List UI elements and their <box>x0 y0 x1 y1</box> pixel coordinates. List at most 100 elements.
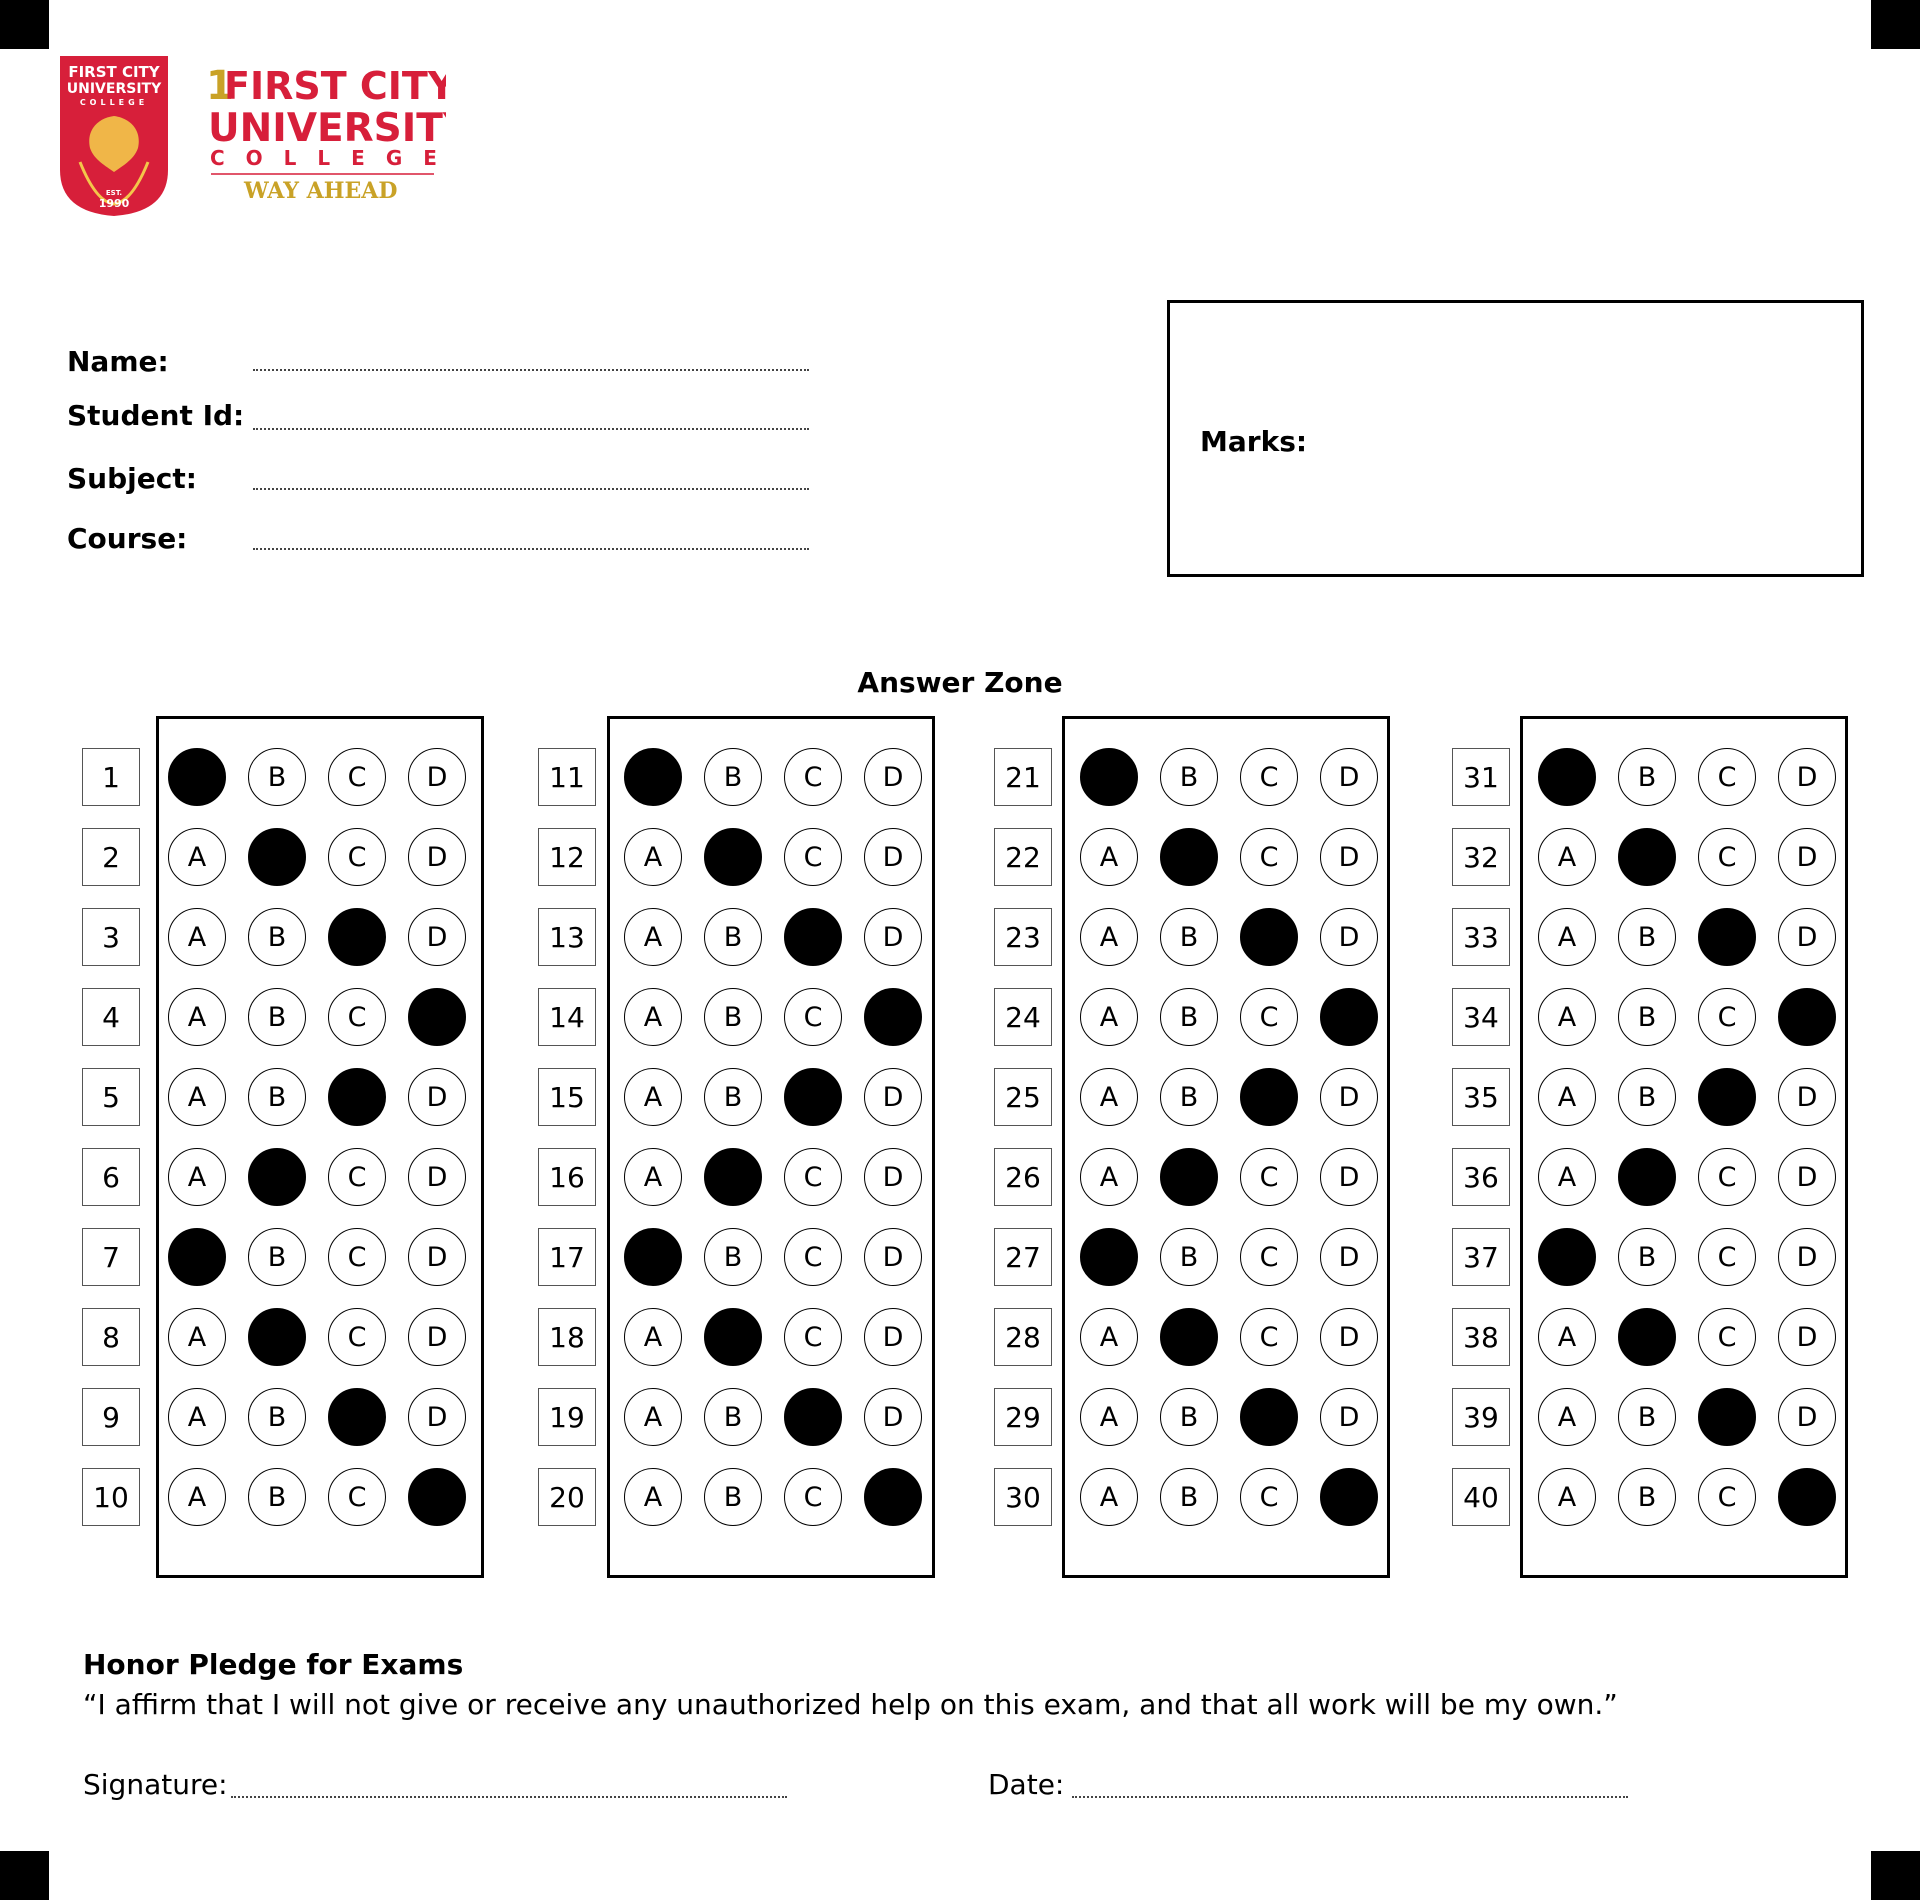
answer-bubble-a[interactable]: A <box>1080 1308 1138 1366</box>
answer-bubble-a-filled[interactable] <box>624 1228 682 1286</box>
answer-bubble-c-filled[interactable] <box>1240 908 1298 966</box>
answer-bubble-b-filled[interactable] <box>704 828 762 886</box>
answer-bubble-b[interactable]: B <box>248 748 306 806</box>
answer-bubble-d[interactable]: D <box>864 1228 922 1286</box>
answer-bubble-a[interactable]: A <box>168 1388 226 1446</box>
answer-bubble-c[interactable]: C <box>328 748 386 806</box>
answer-bubble-a[interactable]: A <box>624 1148 682 1206</box>
answer-bubble-d[interactable]: D <box>408 748 466 806</box>
answer-bubble-a[interactable]: A <box>1538 988 1596 1046</box>
answer-bubble-b[interactable]: B <box>704 1228 762 1286</box>
answer-bubble-c-filled[interactable] <box>1240 1388 1298 1446</box>
answer-bubble-a-filled[interactable] <box>624 748 682 806</box>
answer-bubble-d[interactable]: D <box>1320 828 1378 886</box>
answer-bubble-c[interactable]: C <box>1240 1148 1298 1206</box>
answer-bubble-d[interactable]: D <box>1778 1068 1836 1126</box>
answer-bubble-b[interactable]: B <box>1618 1388 1676 1446</box>
answer-bubble-d[interactable]: D <box>1320 1308 1378 1366</box>
answer-bubble-c[interactable]: C <box>1698 1228 1756 1286</box>
answer-bubble-b[interactable]: B <box>1618 1468 1676 1526</box>
answer-bubble-a[interactable]: A <box>1538 1148 1596 1206</box>
answer-bubble-c-filled[interactable] <box>1698 1388 1756 1446</box>
answer-bubble-c-filled[interactable] <box>328 1068 386 1126</box>
answer-bubble-c[interactable]: C <box>328 1148 386 1206</box>
answer-bubble-a[interactable]: A <box>624 908 682 966</box>
answer-bubble-d[interactable]: D <box>864 748 922 806</box>
answer-bubble-b[interactable]: B <box>1160 1068 1218 1126</box>
answer-bubble-a[interactable]: A <box>1080 1148 1138 1206</box>
student-id-field[interactable] <box>253 428 809 430</box>
answer-bubble-d-filled[interactable] <box>408 988 466 1046</box>
answer-bubble-d[interactable]: D <box>408 908 466 966</box>
answer-bubble-b[interactable]: B <box>1160 1468 1218 1526</box>
answer-bubble-c-filled[interactable] <box>1698 1068 1756 1126</box>
answer-bubble-a[interactable]: A <box>624 1388 682 1446</box>
answer-bubble-b[interactable]: B <box>1160 1388 1218 1446</box>
answer-bubble-c-filled[interactable] <box>328 908 386 966</box>
answer-bubble-a[interactable]: A <box>1538 1468 1596 1526</box>
answer-bubble-b-filled[interactable] <box>248 1148 306 1206</box>
answer-bubble-d[interactable]: D <box>1778 1308 1836 1366</box>
answer-bubble-a[interactable]: A <box>1080 1388 1138 1446</box>
answer-bubble-d-filled[interactable] <box>408 1468 466 1526</box>
name-field[interactable] <box>253 369 809 371</box>
answer-bubble-b[interactable]: B <box>1160 748 1218 806</box>
answer-bubble-c[interactable]: C <box>1698 828 1756 886</box>
answer-bubble-c[interactable]: C <box>328 1228 386 1286</box>
answer-bubble-d[interactable]: D <box>1778 1228 1836 1286</box>
answer-bubble-a-filled[interactable] <box>1538 1228 1596 1286</box>
answer-bubble-b-filled[interactable] <box>1618 1308 1676 1366</box>
answer-bubble-d[interactable]: D <box>408 1228 466 1286</box>
answer-bubble-a[interactable]: A <box>168 1308 226 1366</box>
answer-bubble-a[interactable]: A <box>168 988 226 1046</box>
answer-bubble-b[interactable]: B <box>1160 908 1218 966</box>
answer-bubble-d[interactable]: D <box>1320 908 1378 966</box>
answer-bubble-b[interactable]: B <box>1618 908 1676 966</box>
answer-bubble-c-filled[interactable] <box>784 908 842 966</box>
answer-bubble-a-filled[interactable] <box>1080 748 1138 806</box>
answer-bubble-d-filled[interactable] <box>1320 988 1378 1046</box>
answer-bubble-d-filled[interactable] <box>1320 1468 1378 1526</box>
answer-bubble-c[interactable]: C <box>784 1308 842 1366</box>
answer-bubble-d[interactable]: D <box>1320 748 1378 806</box>
answer-bubble-c[interactable]: C <box>784 988 842 1046</box>
answer-bubble-c[interactable]: C <box>1240 1308 1298 1366</box>
answer-bubble-b-filled[interactable] <box>1618 828 1676 886</box>
answer-bubble-b[interactable]: B <box>248 1388 306 1446</box>
answer-bubble-a[interactable]: A <box>624 988 682 1046</box>
date-field[interactable] <box>1072 1796 1628 1798</box>
answer-bubble-c[interactable]: C <box>328 1468 386 1526</box>
answer-bubble-b-filled[interactable] <box>704 1148 762 1206</box>
answer-bubble-d[interactable]: D <box>1778 1148 1836 1206</box>
answer-bubble-d[interactable]: D <box>864 1308 922 1366</box>
answer-bubble-d[interactable]: D <box>1320 1148 1378 1206</box>
answer-bubble-d-filled[interactable] <box>1778 1468 1836 1526</box>
answer-bubble-b[interactable]: B <box>1618 1228 1676 1286</box>
answer-bubble-d-filled[interactable] <box>1778 988 1836 1046</box>
answer-bubble-c-filled[interactable] <box>784 1388 842 1446</box>
answer-bubble-d[interactable]: D <box>1778 748 1836 806</box>
answer-bubble-c[interactable]: C <box>1698 748 1756 806</box>
answer-bubble-d[interactable]: D <box>1320 1068 1378 1126</box>
answer-bubble-a[interactable]: A <box>168 1148 226 1206</box>
answer-bubble-a[interactable]: A <box>624 1468 682 1526</box>
answer-bubble-c-filled[interactable] <box>328 1388 386 1446</box>
answer-bubble-d[interactable]: D <box>1320 1228 1378 1286</box>
answer-bubble-d[interactable]: D <box>864 908 922 966</box>
answer-bubble-c-filled[interactable] <box>784 1068 842 1126</box>
answer-bubble-a-filled[interactable] <box>1080 1228 1138 1286</box>
answer-bubble-c[interactable]: C <box>1698 1148 1756 1206</box>
answer-bubble-b[interactable]: B <box>704 988 762 1046</box>
answer-bubble-b[interactable]: B <box>248 1068 306 1126</box>
answer-bubble-a[interactable]: A <box>1080 908 1138 966</box>
answer-bubble-c[interactable]: C <box>1240 988 1298 1046</box>
answer-bubble-c[interactable]: C <box>1698 988 1756 1046</box>
answer-bubble-c[interactable]: C <box>784 1148 842 1206</box>
answer-bubble-b[interactable]: B <box>248 988 306 1046</box>
answer-bubble-d[interactable]: D <box>1320 1388 1378 1446</box>
answer-bubble-a[interactable]: A <box>1080 1068 1138 1126</box>
answer-bubble-d[interactable]: D <box>408 1308 466 1366</box>
answer-bubble-d[interactable]: D <box>864 1148 922 1206</box>
answer-bubble-d[interactable]: D <box>864 1068 922 1126</box>
answer-bubble-b[interactable]: B <box>248 1228 306 1286</box>
